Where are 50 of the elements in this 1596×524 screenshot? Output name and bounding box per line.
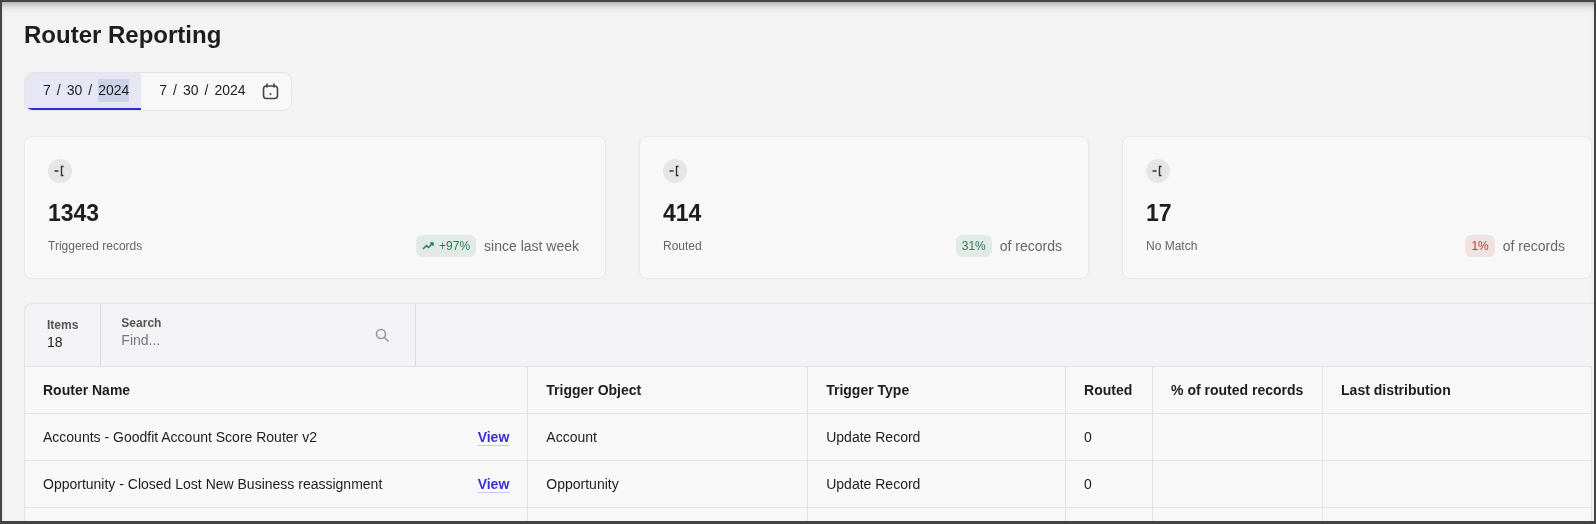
- stat-value: 1343: [48, 199, 101, 227]
- router-icon: [48, 159, 72, 183]
- table-cell: Opportunity: [527, 460, 808, 508]
- router-icon: [1146, 159, 1170, 183]
- date-segment[interactable]: /: [173, 80, 177, 101]
- stat-note: since last week: [484, 236, 579, 256]
- table-cell: Update Record: [807, 460, 1066, 508]
- search-icon[interactable]: [375, 328, 390, 342]
- router-name: Accounts - Goodfit Account Score Router v2: [43, 427, 317, 447]
- stat-note: of records: [1502, 236, 1565, 256]
- stat-note: of records: [999, 236, 1062, 256]
- date-segment[interactable]: 7: [43, 80, 51, 101]
- calendar-icon[interactable]: [261, 83, 279, 100]
- column-header: Trigger Type: [807, 366, 1066, 414]
- date-segment[interactable]: 7: [159, 80, 168, 101]
- date-segment[interactable]: /: [204, 80, 209, 101]
- search-field[interactable]: Find...: [121, 330, 362, 351]
- table-cell: 0: [1065, 460, 1153, 508]
- items-count: 18: [47, 333, 64, 352]
- items-label: Items: [47, 318, 79, 332]
- table-cell: 0: [1065, 413, 1153, 461]
- stat-label: Triggered records: [48, 238, 143, 255]
- stat-value: 414: [663, 199, 703, 227]
- view-link[interactable]: View: [477, 426, 510, 448]
- date-segment[interactable]: 30: [66, 80, 83, 101]
- date-segment[interactable]: /: [56, 80, 61, 101]
- table-cell: Account: [527, 413, 808, 461]
- router-icon: [663, 159, 687, 183]
- date-field[interactable]: 7 / 30 / 2024: [141, 73, 258, 110]
- stat-label: Routed: [663, 238, 702, 255]
- stat-label: No Match: [1146, 238, 1198, 255]
- percent-badge: 31%: [955, 235, 992, 257]
- column-header: % of routed records: [1152, 366, 1323, 414]
- date-field[interactable]: 7 / 30 / 2024: [25, 73, 142, 110]
- date-segment[interactable]: /: [88, 80, 93, 101]
- column-header: Trigger Object: [527, 366, 808, 414]
- search-label: Search: [121, 316, 163, 330]
- date-segment[interactable]: 2024: [98, 79, 130, 102]
- percent-badge: +97%: [416, 235, 477, 257]
- table-cell: Update Record: [807, 413, 1066, 461]
- page-title: Router Reporting: [24, 20, 223, 50]
- date-segment[interactable]: 2024: [214, 80, 246, 101]
- column-header: Router Name: [25, 366, 528, 414]
- view-link[interactable]: View: [477, 473, 510, 495]
- stat-value: 17: [1146, 199, 1173, 227]
- column-header: Last distribution: [1322, 366, 1592, 414]
- column-header: Routed: [1065, 366, 1153, 414]
- percent-badge: 1%: [1465, 235, 1495, 257]
- date-segment[interactable]: 30: [183, 80, 199, 101]
- router-name: Opportunity - Closed Lost New Business reassignment: [43, 474, 383, 494]
